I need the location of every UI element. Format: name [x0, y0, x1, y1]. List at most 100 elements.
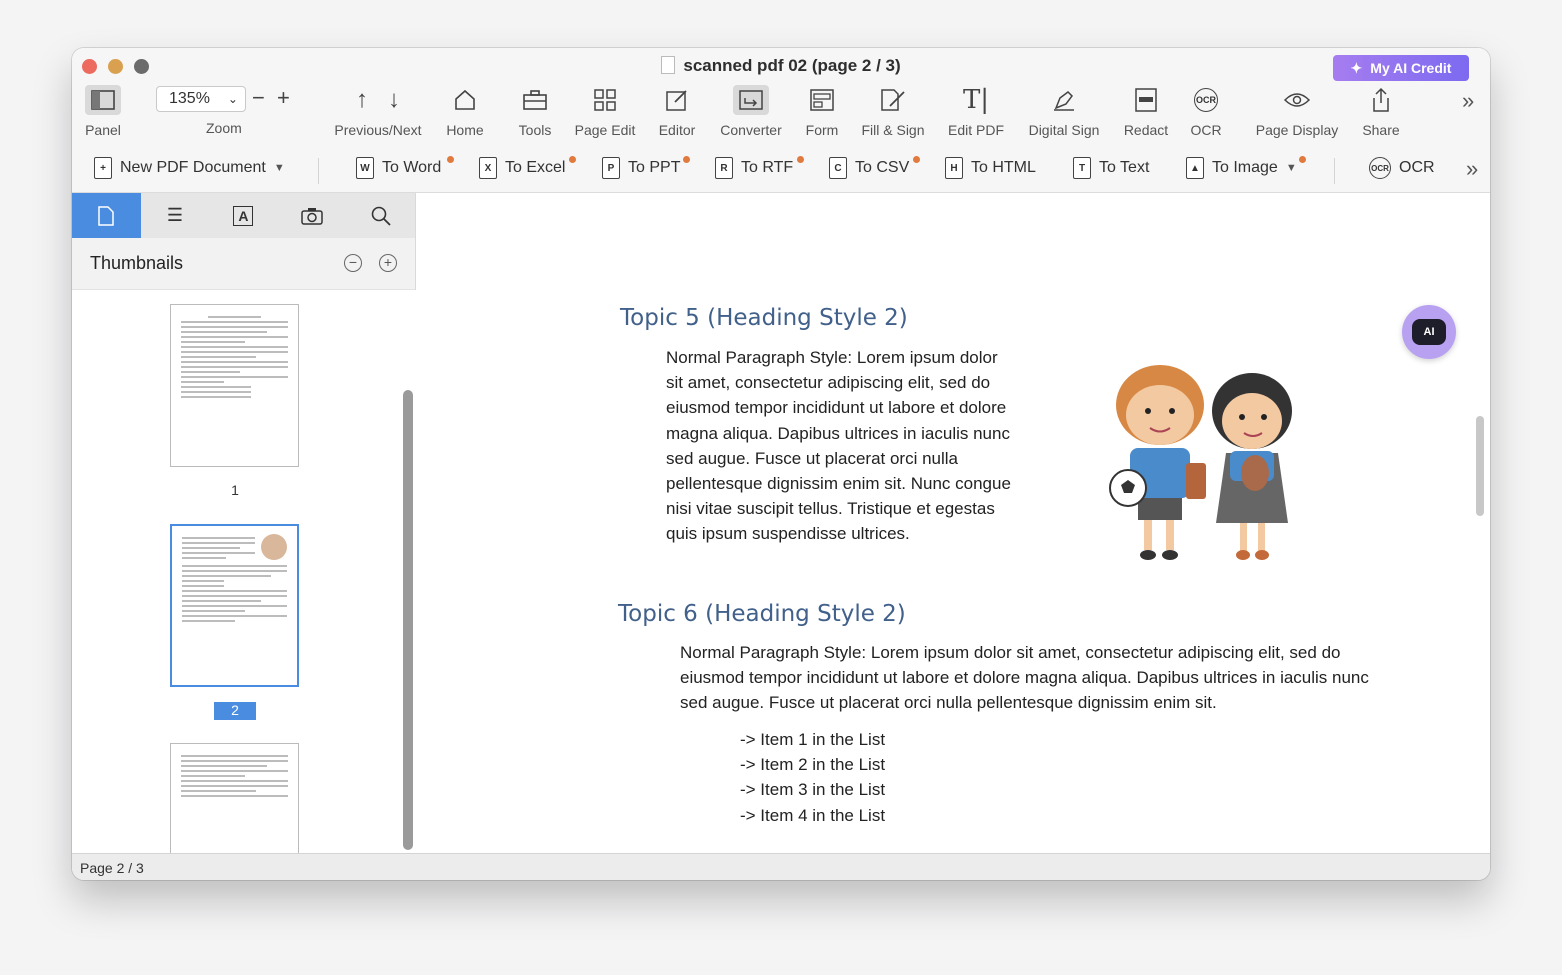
home-button[interactable]: Home	[440, 82, 490, 138]
to-image-label: To Image	[1212, 159, 1278, 176]
convert-ocr-button[interactable]: OCR OCR	[1369, 157, 1435, 179]
page-thumbnail-3[interactable]	[170, 743, 299, 853]
page-edit-label: Page Edit	[574, 122, 636, 138]
to-word-label: To Word	[382, 159, 442, 176]
status-bar: Page 2 / 3	[72, 853, 1490, 880]
edit-icon	[666, 90, 687, 111]
html-file-icon: H	[945, 157, 963, 179]
tab-snapshots[interactable]	[278, 193, 347, 238]
thumbnail-zoom-in-icon[interactable]: +	[379, 254, 397, 272]
convert-ocr-label: OCR	[1399, 159, 1435, 176]
sidebar-scrollbar[interactable]	[403, 390, 413, 850]
ai-credit-label: My AI Credit	[1370, 60, 1452, 76]
zoom-out-button[interactable]: −	[252, 85, 265, 111]
to-rtf-label: To RTF	[741, 159, 794, 176]
digital-sign-button[interactable]: Digital Sign	[1024, 82, 1104, 138]
toolbar-more-icon[interactable]: »	[1462, 88, 1474, 114]
converter-button[interactable]: Converter	[716, 82, 786, 138]
redact-button[interactable]: Redact	[1120, 82, 1172, 138]
page-display-button[interactable]: Page Display	[1252, 82, 1342, 138]
to-html-button[interactable]: H To HTML	[945, 157, 1036, 179]
tab-thumbnails[interactable]	[72, 193, 141, 238]
tab-search[interactable]	[346, 193, 415, 238]
kids-illustration-icon	[261, 534, 287, 560]
new-badge-dot	[913, 156, 920, 163]
page-indicator: Page 2 / 3	[80, 860, 144, 876]
grid-icon	[594, 89, 616, 111]
toolbox-icon	[523, 90, 547, 110]
arrow-up-icon[interactable]: ↑	[356, 86, 368, 114]
to-text-button[interactable]: T To Text	[1073, 157, 1149, 179]
zoom-value: 135%	[169, 90, 210, 107]
list-item: -> Item 3 in the List	[740, 780, 886, 799]
ocr-icon: OCR	[1369, 157, 1391, 179]
topic5-heading: Topic 5 (Heading Style 2)	[620, 305, 908, 331]
edit-pdf-button[interactable]: T| Edit PDF	[944, 82, 1008, 138]
share-icon	[1373, 87, 1389, 112]
home-icon	[455, 89, 475, 110]
search-icon	[371, 206, 391, 226]
fill-sign-button[interactable]: Fill & Sign	[858, 82, 928, 138]
excel-file-icon: X	[479, 157, 497, 179]
tab-outline[interactable]: ☰	[141, 193, 210, 238]
page-display-label: Page Display	[1255, 122, 1339, 138]
zoom-label: Zoom	[206, 120, 242, 136]
divider	[1334, 158, 1335, 184]
fill-sign-label: Fill & Sign	[861, 122, 925, 138]
share-button[interactable]: Share	[1358, 82, 1404, 138]
chevron-down-icon: ⌄	[227, 92, 238, 106]
prev-next-label: Previous/Next	[334, 122, 422, 138]
ai-credit-button[interactable]: ✦ My AI Credit	[1333, 55, 1469, 81]
form-icon	[810, 89, 834, 111]
share-label: Share	[1362, 122, 1400, 138]
page-thumbnail-2[interactable]	[170, 524, 299, 687]
to-image-button[interactable]: ▲ To Image ▼	[1186, 157, 1297, 179]
new-badge-dot	[797, 156, 804, 163]
zoom-select[interactable]: 135% ⌄	[156, 86, 246, 112]
csv-file-icon: C	[829, 157, 847, 179]
to-ppt-button[interactable]: P To PPT	[602, 157, 680, 179]
thumbnail-zoom-out-icon[interactable]: −	[344, 254, 362, 272]
fill-sign-icon	[881, 89, 905, 111]
converter-label: Converter	[720, 122, 782, 138]
redact-icon	[1135, 88, 1157, 112]
arrow-down-icon[interactable]: ↓	[388, 86, 400, 114]
to-word-button[interactable]: W To Word	[356, 157, 441, 179]
zoom-in-button[interactable]: +	[277, 85, 290, 111]
panel-button[interactable]: Panel	[82, 82, 124, 138]
text-file-icon: T	[1073, 157, 1091, 179]
topic6-paragraph: Normal Paragraph Style: Lorem ipsum dolo…	[680, 643, 1369, 713]
new-badge-dot	[447, 156, 454, 163]
thumbnail-sidebar: ☰ A Thumbnails − + 1 2	[72, 193, 416, 853]
app-window: scanned pdf 02 (page 2 / 3) ✦ My AI Cred…	[72, 48, 1490, 880]
tools-button[interactable]: Tools	[510, 82, 560, 138]
converter-toolbar: + New PDF Document ▼ W To Word X To Exce…	[72, 150, 1490, 190]
titlebar: scanned pdf 02 (page 2 / 3) ✦ My AI Cred…	[72, 48, 1490, 193]
to-rtf-button[interactable]: R To RTF	[715, 157, 793, 179]
to-csv-button[interactable]: C To CSV	[829, 157, 909, 179]
rtf-file-icon: R	[715, 157, 733, 179]
to-excel-button[interactable]: X To Excel	[479, 157, 565, 179]
page-edit-button[interactable]: Page Edit	[572, 82, 638, 138]
ocr-button[interactable]: OCR OCR	[1186, 82, 1226, 138]
tools-label: Tools	[518, 122, 552, 138]
page-thumbnail-1[interactable]	[170, 304, 299, 467]
converter-more-icon[interactable]: »	[1466, 156, 1478, 182]
panel-icon	[85, 85, 121, 115]
editor-button[interactable]: Editor	[654, 82, 700, 138]
form-button[interactable]: Form	[802, 82, 842, 138]
digital-sign-label: Digital Sign	[1028, 122, 1100, 138]
prev-next-button[interactable]: ↑ ↓ Previous/Next	[330, 82, 426, 138]
list-icon: ☰	[166, 205, 183, 225]
thumbnail-page-number-selected: 2	[214, 702, 256, 720]
ocr-icon: OCR	[1194, 88, 1218, 112]
convert-icon	[733, 85, 769, 115]
sparkle-icon: ✦	[1350, 59, 1363, 76]
ai-assistant-button[interactable]: AI	[1402, 305, 1456, 359]
to-excel-label: To Excel	[505, 159, 566, 176]
tab-annotations[interactable]: A	[209, 193, 278, 238]
new-pdf-document-button[interactable]: + New PDF Document ▼	[94, 157, 285, 179]
document-icon	[661, 56, 676, 74]
viewer-scrollbar[interactable]	[1476, 416, 1484, 516]
new-badge-dot	[1299, 156, 1306, 163]
